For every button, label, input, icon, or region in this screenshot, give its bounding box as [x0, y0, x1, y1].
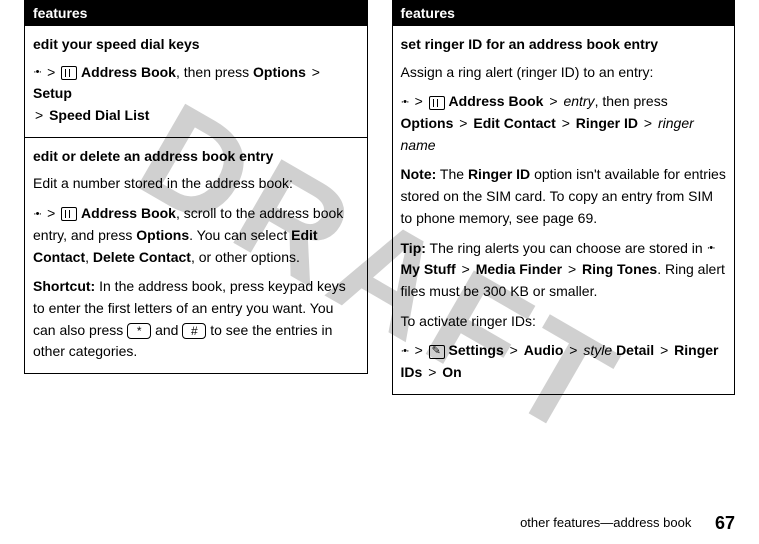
hash-key-icon: # — [182, 323, 206, 339]
breadcrumb-separator: > — [428, 364, 436, 380]
note-label: Note: — [401, 166, 437, 182]
cell-edit-speed-dial: edit your speed dial keys ·•· > Address … — [25, 26, 368, 138]
footer-section-title: other features—address book — [520, 515, 691, 530]
breadcrumb-separator: > — [644, 115, 652, 131]
breadcrumb-separator: > — [459, 115, 467, 131]
text: , then press — [176, 64, 249, 80]
breadcrumb-separator: > — [462, 261, 470, 277]
page-footer: other features—address book 67 — [520, 513, 735, 534]
breadcrumb-separator: > — [415, 93, 423, 109]
menu-delete-contact: Delete Contact — [93, 249, 191, 265]
star-key-icon: * — [127, 323, 151, 339]
breadcrumb-separator: > — [35, 107, 43, 123]
center-key-icon: ·•· — [33, 206, 41, 223]
menu-on: On — [442, 364, 461, 380]
right-column: features set ringer ID for an address bo… — [392, 0, 736, 395]
left-table-header: features — [25, 1, 368, 26]
placeholder-entry: entry — [563, 93, 594, 109]
left-column: features edit your speed dial keys ·•· >… — [24, 0, 368, 395]
right-features-table: features set ringer ID for an address bo… — [392, 0, 736, 395]
settings-icon — [429, 345, 445, 359]
breadcrumb-separator: > — [312, 64, 320, 80]
text: and — [155, 322, 178, 338]
breadcrumb-separator: > — [549, 93, 557, 109]
note-paragraph: Note: The Ringer ID option isn't availab… — [401, 164, 727, 229]
breadcrumb-separator: > — [47, 64, 55, 80]
address-book-icon — [429, 96, 445, 110]
breadcrumb-separator: > — [510, 342, 518, 358]
instruction-line: ·•· > Settings > Audio > style Detail > … — [401, 340, 727, 383]
menu-audio: Audio — [524, 342, 564, 358]
menu-options: Options — [401, 115, 454, 131]
page-number: 67 — [715, 513, 735, 533]
shortcut-paragraph: Shortcut: In the address book, press key… — [33, 276, 359, 363]
address-book-icon — [61, 66, 77, 80]
breadcrumb-separator: > — [562, 115, 570, 131]
activate-text: To activate ringer IDs: — [401, 311, 727, 333]
tip-label: Tip: — [401, 240, 426, 256]
breadcrumb-separator: > — [660, 342, 668, 358]
text: . You can select — [189, 227, 287, 243]
text: , or other options. — [191, 249, 300, 265]
cell-edit-delete-entry: edit or delete an address book entry Edi… — [25, 137, 368, 373]
text: The — [440, 166, 464, 182]
shortcut-label: Shortcut: — [33, 278, 95, 294]
tip-paragraph: Tip: The ring alerts you can choose are … — [401, 238, 727, 303]
center-key-icon: ·•· — [401, 94, 409, 111]
center-key-icon: ·•· — [707, 240, 715, 257]
breadcrumb-separator: > — [569, 342, 577, 358]
intro-text: Edit a number stored in the address book… — [33, 173, 359, 195]
center-key-icon: ·•· — [33, 64, 41, 81]
menu-setup: Setup — [33, 85, 72, 101]
cell-title: edit or delete an address book entry — [33, 146, 359, 168]
instruction-line: ·•· > Address Book, then press Options >… — [33, 62, 359, 127]
menu-speed-dial-list: Speed Dial List — [49, 107, 149, 123]
left-features-table: features edit your speed dial keys ·•· >… — [24, 0, 368, 374]
text: , — [85, 249, 89, 265]
menu-media-finder: Media Finder — [476, 261, 562, 277]
menu-ringer-id: Ringer ID — [576, 115, 638, 131]
breadcrumb-separator: > — [47, 205, 55, 221]
menu-ring-tones: Ring Tones — [582, 261, 657, 277]
text: , then press — [595, 93, 668, 109]
center-key-icon: ·•· — [401, 343, 409, 360]
instruction-line: ·•· > Address Book, scroll to the addres… — [33, 203, 359, 268]
cell-set-ringer-id: set ringer ID for an address book entry … — [392, 26, 735, 395]
menu-detail: Detail — [616, 342, 654, 358]
menu-ringer-id: Ringer ID — [468, 166, 530, 182]
intro-text: Assign a ring alert (ringer ID) to an en… — [401, 62, 727, 84]
menu-my-stuff: My Stuff — [401, 261, 456, 277]
menu-address-book: Address Book — [449, 93, 544, 109]
address-book-icon — [61, 207, 77, 221]
menu-address-book: Address Book — [81, 64, 176, 80]
menu-options: Options — [136, 227, 189, 243]
right-table-header: features — [392, 1, 735, 26]
cell-title: set ringer ID for an address book entry — [401, 34, 727, 56]
text: The ring alerts you can choose are store… — [430, 240, 703, 256]
menu-options: Options — [253, 64, 306, 80]
menu-settings: Settings — [449, 342, 504, 358]
placeholder-style: style — [583, 342, 612, 358]
instruction-line: ·•· > Address Book > entry, then press O… — [401, 91, 727, 156]
cell-title: edit your speed dial keys — [33, 34, 359, 56]
breadcrumb-separator: > — [415, 342, 423, 358]
menu-address-book: Address Book — [81, 205, 176, 221]
menu-edit-contact: Edit Contact — [473, 115, 555, 131]
two-column-layout: features edit your speed dial keys ·•· >… — [0, 0, 759, 395]
breadcrumb-separator: > — [568, 261, 576, 277]
